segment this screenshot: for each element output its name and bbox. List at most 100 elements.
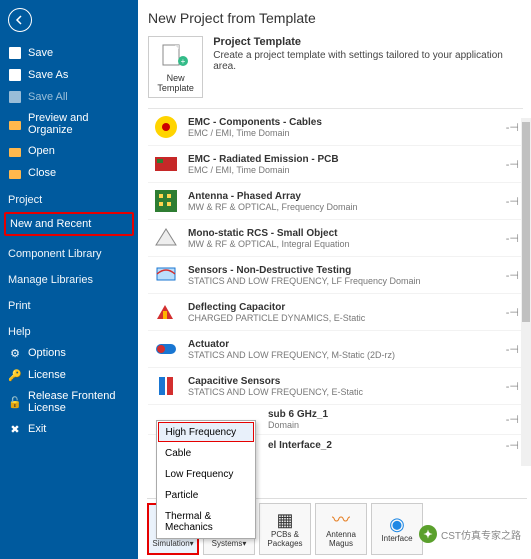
pin-icon[interactable]: -⊣ xyxy=(501,269,519,282)
pin-icon[interactable]: -⊣ xyxy=(501,195,519,208)
row-title: el Interface_2 xyxy=(268,440,493,451)
menu-new-recent[interactable]: New and Recent xyxy=(6,214,132,234)
btn-label: Interface xyxy=(381,534,412,543)
save-as-icon xyxy=(8,68,22,82)
menu-options[interactable]: ⚙Options xyxy=(0,342,138,364)
pin-icon[interactable]: -⊣ xyxy=(501,380,519,393)
pin-icon[interactable]: -⊣ xyxy=(501,121,519,134)
pin-icon[interactable]: -⊣ xyxy=(501,439,519,452)
template-row[interactable]: Antenna - Phased ArrayMW & RF & OPTICAL,… xyxy=(148,183,523,220)
new-template-icon: + xyxy=(156,41,196,71)
wechat-icon: ✦ xyxy=(419,525,437,543)
row-title: EMC - Components - Cables xyxy=(188,117,493,128)
template-row[interactable]: Sensors - Non-Destructive TestingSTATICS… xyxy=(148,257,523,294)
template-icon xyxy=(152,298,180,326)
btn-label: Antenna Magus xyxy=(316,530,366,548)
heading-project: Project xyxy=(0,184,138,210)
template-description: Project Template Create a project templa… xyxy=(213,36,523,98)
watermark-text: CST仿真专家之路 xyxy=(441,527,521,542)
menu-label: Close xyxy=(28,167,56,179)
dropdown-item-high-frequency[interactable]: High Frequency xyxy=(158,422,254,442)
new-template-label: New Template xyxy=(153,73,198,93)
row-title: Actuator xyxy=(188,339,493,350)
row-title: Antenna - Phased Array xyxy=(188,191,493,202)
template-row[interactable]: Deflecting CapacitorCHARGED PARTICLE DYN… xyxy=(148,294,523,331)
pin-icon[interactable]: -⊣ xyxy=(501,413,519,426)
menu-preview-organize[interactable]: Preview and Organize xyxy=(0,108,138,140)
simulation-type-dropdown: High Frequency Cable Low Frequency Parti… xyxy=(156,420,256,539)
row-title: Mono-static RCS - Small Object xyxy=(188,228,493,239)
scrollbar-thumb[interactable] xyxy=(522,122,530,322)
row-title: Sensors - Non-Destructive Testing xyxy=(188,265,493,276)
template-row[interactable]: EMC - Components - CablesEMC / EMI, Time… xyxy=(148,109,523,146)
btn-interface[interactable]: ◉Interface xyxy=(371,503,423,555)
row-sub: EMC / EMI, Time Domain xyxy=(188,128,493,138)
heading-print[interactable]: Print xyxy=(0,290,138,316)
template-icon xyxy=(152,150,180,178)
template-header: + New Template Project Template Create a… xyxy=(148,36,523,98)
row-title: Deflecting Capacitor xyxy=(188,302,493,313)
menu-license[interactable]: 🔑License xyxy=(0,364,138,386)
new-template-button[interactable]: + New Template xyxy=(148,36,203,98)
dropdown-item-thermal[interactable]: Thermal & Mechanics xyxy=(157,506,255,538)
dropdown-item-cable[interactable]: Cable xyxy=(157,443,255,464)
save-icon xyxy=(8,46,22,60)
menu-label: New and Recent xyxy=(10,218,91,230)
file-menu-sidebar: Save Save As Save All Preview and Organi… xyxy=(0,0,138,559)
pin-icon[interactable]: -⊣ xyxy=(501,343,519,356)
pin-icon[interactable]: -⊣ xyxy=(501,306,519,319)
template-row[interactable]: Capacitive SensorsSTATICS AND LOW FREQUE… xyxy=(148,368,523,405)
menu-label: Save xyxy=(28,47,53,59)
btn-label: PCBs & Packages xyxy=(260,530,310,548)
btn-pcbs-packages[interactable]: ▦PCBs & Packages xyxy=(259,503,311,555)
menu-save-all[interactable]: Save All xyxy=(0,86,138,108)
dropdown-item-low-frequency[interactable]: Low Frequency xyxy=(157,464,255,485)
options-icon: ⚙ xyxy=(8,346,22,360)
release-icon: 🔓 xyxy=(8,395,22,409)
row-sub: Domain xyxy=(268,420,493,430)
dropdown-item-particle[interactable]: Particle xyxy=(157,485,255,506)
close-icon xyxy=(8,166,22,180)
menu-component-library[interactable]: Component Library xyxy=(0,238,138,264)
save-all-icon xyxy=(8,90,22,104)
highlight-new-recent: New and Recent xyxy=(4,212,134,236)
menu-label: Preview and Organize xyxy=(28,112,130,136)
btn-antenna-magus[interactable]: 〰Antenna Magus xyxy=(315,503,367,555)
scrollbar[interactable] xyxy=(521,118,531,466)
template-row[interactable]: ActuatorSTATICS AND LOW FREQUENCY, M-Sta… xyxy=(148,331,523,368)
pin-icon[interactable]: -⊣ xyxy=(501,232,519,245)
back-button[interactable] xyxy=(8,8,32,32)
row-title: sub 6 GHz_1 xyxy=(268,409,493,420)
row-sub: MW & RF & OPTICAL, Frequency Domain xyxy=(188,202,493,212)
svg-text:+: + xyxy=(180,57,185,66)
menu-save[interactable]: Save xyxy=(0,42,138,64)
row-sub: STATICS AND LOW FREQUENCY, LF Frequency … xyxy=(188,276,493,286)
pin-icon[interactable]: -⊣ xyxy=(501,158,519,171)
row-sub: STATICS AND LOW FREQUENCY, E-Static xyxy=(188,387,493,397)
menu-exit[interactable]: ✖ Exit xyxy=(0,418,138,440)
template-row[interactable]: Mono-static RCS - Small ObjectMW & RF & … xyxy=(148,220,523,257)
row-sub: EMC / EMI, Time Domain xyxy=(188,165,493,175)
page-title: New Project from Template xyxy=(148,10,523,26)
row-title: EMC - Radiated Emission - PCB xyxy=(188,154,493,165)
menu-manage-libraries[interactable]: Manage Libraries xyxy=(0,264,138,290)
menu-label: Exit xyxy=(28,423,46,435)
menu-release-license[interactable]: 🔓 Release Frontend License xyxy=(0,386,138,418)
menu-close[interactable]: Close xyxy=(0,162,138,184)
template-icon xyxy=(152,372,180,400)
watermark: ✦ CST仿真专家之路 xyxy=(419,525,521,543)
template-row[interactable]: EMC - Radiated Emission - PCBEMC / EMI, … xyxy=(148,146,523,183)
menu-open[interactable]: Open xyxy=(0,140,138,162)
menu-label: Open xyxy=(28,145,55,157)
template-icon xyxy=(152,187,180,215)
template-icon xyxy=(152,335,180,363)
menu-label: Release Frontend License xyxy=(28,390,130,414)
menu-label: Save As xyxy=(28,69,68,81)
menu-save-as[interactable]: Save As xyxy=(0,64,138,86)
template-icon xyxy=(152,224,180,252)
pcb-icon: ▦ xyxy=(276,511,293,529)
heading-help[interactable]: Help xyxy=(0,316,138,342)
row-sub: STATICS AND LOW FREQUENCY, M-Static (2D-… xyxy=(188,350,493,360)
exit-icon: ✖ xyxy=(8,422,22,436)
template-list: EMC - Components - CablesEMC / EMI, Time… xyxy=(148,108,523,456)
